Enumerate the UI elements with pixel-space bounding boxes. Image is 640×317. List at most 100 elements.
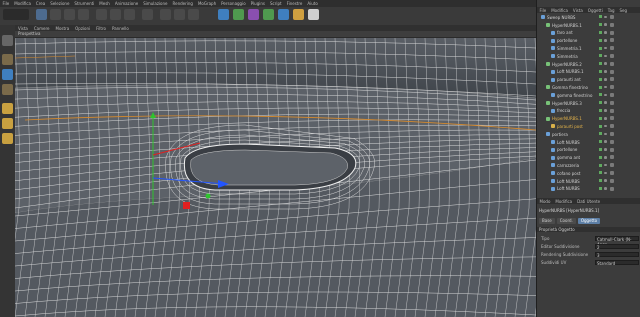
menu-item-6[interactable]: Animazione bbox=[115, 1, 138, 6]
scale-icon[interactable] bbox=[64, 9, 75, 20]
object-row[interactable]: portiera bbox=[537, 131, 640, 138]
camera-icon[interactable] bbox=[293, 9, 304, 20]
nurbs-icon[interactable] bbox=[233, 9, 244, 20]
tag-icon[interactable] bbox=[610, 108, 614, 113]
tag-icon[interactable] bbox=[610, 178, 614, 183]
object-name[interactable]: paraurti ant bbox=[557, 77, 581, 82]
world-coords-icon[interactable] bbox=[142, 9, 153, 20]
tag-icon[interactable] bbox=[610, 186, 614, 191]
object-name[interactable]: Loft NURBS bbox=[557, 140, 580, 145]
object-row[interactable]: faro ant bbox=[537, 30, 640, 37]
visibility-dot-icon[interactable] bbox=[604, 31, 607, 34]
attribute-tab-2[interactable]: Oggetto bbox=[577, 218, 601, 224]
object-name[interactable]: Simmetria.1 bbox=[557, 46, 582, 51]
object-row[interactable]: paraurti ant bbox=[537, 76, 640, 83]
object-name[interactable]: cofano post bbox=[557, 171, 580, 176]
viewport-menu-item-4[interactable]: Filtro bbox=[96, 26, 106, 31]
scene-icon[interactable] bbox=[278, 9, 289, 20]
tag-icon[interactable] bbox=[610, 15, 614, 19]
visibility-dot-icon[interactable] bbox=[604, 23, 607, 26]
viewport-menu-item-5[interactable]: Pannello bbox=[112, 26, 129, 31]
object-row[interactable]: Sweep NURBS bbox=[537, 14, 640, 21]
menu-item-1[interactable]: Modifica bbox=[14, 1, 31, 6]
object-row[interactable]: HyperNURBS.2 bbox=[537, 61, 640, 68]
tag-icon[interactable] bbox=[610, 163, 614, 168]
visibility-dot-icon[interactable] bbox=[604, 101, 607, 104]
menu-item-4[interactable]: Strumenti bbox=[74, 1, 94, 6]
object-name[interactable]: Sweep NURBS bbox=[547, 15, 575, 20]
object-name[interactable]: Loft NURBS bbox=[557, 186, 580, 191]
object-row[interactable]: freccia bbox=[537, 108, 640, 115]
viewport-menu-item-0[interactable]: Vista bbox=[18, 26, 28, 31]
object-row[interactable]: gomma ant bbox=[537, 154, 640, 161]
object-row[interactable]: Simmetria bbox=[537, 53, 640, 60]
tag-icon[interactable] bbox=[610, 132, 614, 136]
property-value-field[interactable]: Catmull-Clark (N-Ango bbox=[595, 235, 639, 247]
tag-icon[interactable] bbox=[610, 46, 614, 51]
tag-icon[interactable] bbox=[610, 100, 614, 105]
z-axis-icon[interactable] bbox=[124, 9, 135, 20]
object-name[interactable]: Gomma finestrino bbox=[552, 85, 588, 90]
object-name[interactable]: Loft NURBS.1 bbox=[557, 69, 584, 74]
menu-item-11[interactable]: Plugins bbox=[251, 1, 265, 6]
x-axis-icon[interactable] bbox=[96, 9, 107, 20]
object-row[interactable]: Loft NURBS.1 bbox=[537, 69, 640, 76]
perspective-viewport[interactable] bbox=[15, 38, 536, 317]
object-name[interactable]: paraurti post bbox=[557, 124, 583, 129]
visibility-dot-icon[interactable] bbox=[604, 148, 607, 151]
visibility-dot-icon[interactable] bbox=[604, 171, 607, 175]
enabled-check-icon[interactable] bbox=[599, 116, 602, 120]
object-manager-menu-item-5[interactable]: Seg bbox=[620, 8, 628, 13]
enabled-check-icon[interactable] bbox=[599, 101, 602, 105]
make-editable-icon[interactable] bbox=[2, 35, 13, 46]
menu-item-10[interactable]: Personaggio bbox=[221, 1, 246, 6]
object-name[interactable]: freccia bbox=[557, 108, 570, 113]
object-name[interactable]: gomma ant bbox=[557, 155, 580, 160]
property-value-field[interactable]: 3 bbox=[595, 251, 639, 258]
enabled-check-icon[interactable] bbox=[599, 186, 602, 190]
visibility-dot-icon[interactable] bbox=[604, 132, 607, 136]
object-row[interactable]: HyperNURBS.1 bbox=[537, 115, 640, 122]
visibility-dot-icon[interactable] bbox=[604, 62, 607, 65]
menu-item-12[interactable]: Script bbox=[270, 1, 282, 6]
enabled-check-icon[interactable] bbox=[599, 140, 602, 144]
object-name[interactable]: HyperNURBS.1 bbox=[552, 116, 582, 121]
live-selection-icon[interactable] bbox=[36, 9, 47, 20]
object-name[interactable]: HyperNURBS.3 bbox=[552, 101, 582, 106]
cube-icon[interactable] bbox=[218, 9, 229, 20]
object-row[interactable]: Simmetria.1 bbox=[537, 45, 640, 52]
object-name[interactable]: Loft NURBS bbox=[557, 179, 580, 184]
menu-item-5[interactable]: Mesh bbox=[99, 1, 110, 6]
enabled-check-icon[interactable] bbox=[599, 124, 602, 128]
array-icon[interactable] bbox=[248, 9, 259, 20]
move-icon[interactable] bbox=[50, 9, 61, 20]
model-mode-icon[interactable] bbox=[2, 54, 13, 65]
attribute-tab-0[interactable]: Base bbox=[539, 218, 555, 224]
object-name[interactable]: HyperNURBS.2 bbox=[552, 62, 582, 67]
viewport-menu-item-1[interactable]: Camere bbox=[34, 26, 50, 31]
attribute-menu-item-1[interactable]: Modifica bbox=[555, 199, 572, 204]
object-row[interactable]: carrozzeria bbox=[537, 162, 640, 169]
tag-icon[interactable] bbox=[610, 69, 614, 74]
object-name[interactable]: Simmetria bbox=[557, 54, 578, 59]
menu-item-2[interactable]: Crea bbox=[36, 1, 45, 6]
object-name[interactable]: faro ant bbox=[557, 30, 573, 35]
enabled-check-icon[interactable] bbox=[599, 54, 602, 58]
texture-mode-icon[interactable] bbox=[2, 84, 13, 95]
visibility-dot-icon[interactable] bbox=[604, 38, 607, 42]
enabled-check-icon[interactable] bbox=[599, 69, 602, 73]
menu-item-9[interactable]: MoGraph bbox=[198, 1, 216, 6]
wireframe-model[interactable] bbox=[15, 38, 536, 317]
points-mode-icon[interactable] bbox=[2, 103, 13, 114]
menu-item-3[interactable]: Selezione bbox=[50, 1, 69, 6]
object-manager-menu-item-2[interactable]: Vista bbox=[573, 8, 583, 13]
tag-icon[interactable] bbox=[610, 147, 614, 152]
object-row[interactable]: portellone bbox=[537, 147, 640, 154]
menu-item-14[interactable]: Aiuto bbox=[307, 1, 317, 6]
tag-icon[interactable] bbox=[610, 85, 614, 90]
enabled-check-icon[interactable] bbox=[599, 85, 602, 89]
object-row[interactable]: Loft NURBS bbox=[537, 139, 640, 146]
object-name[interactable]: portellone bbox=[557, 38, 577, 43]
object-row[interactable]: HyperNURBS.1 bbox=[537, 22, 640, 29]
visibility-dot-icon[interactable] bbox=[604, 85, 607, 89]
